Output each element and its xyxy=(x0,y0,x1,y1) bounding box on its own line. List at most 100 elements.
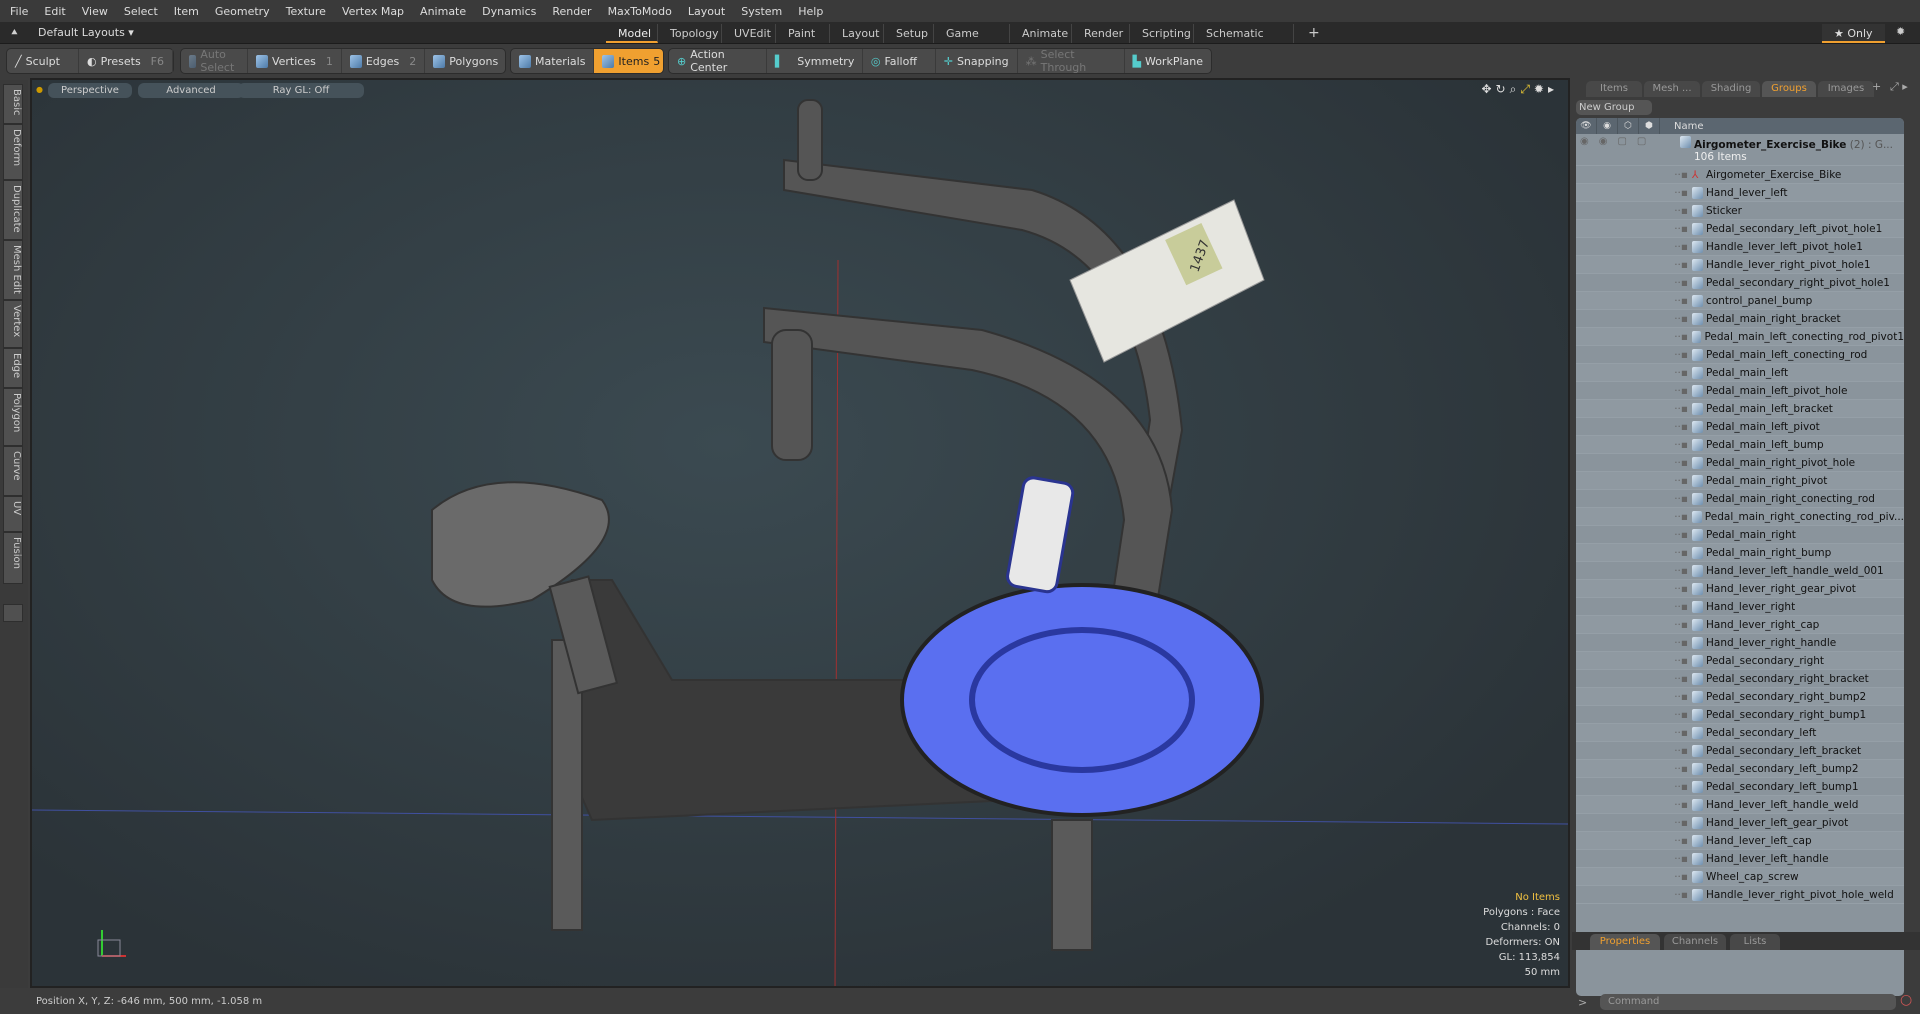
list-item[interactable]: ··▪ Handle_lever_right_pivot_hole1 xyxy=(1576,256,1904,274)
tab-schematic-fusion[interactable]: Schematic Fusion xyxy=(1194,24,1294,59)
snapping-button[interactable]: ✛ Snapping xyxy=(936,49,1018,73)
menu-view[interactable]: View xyxy=(82,5,108,18)
bottom-tab-lists[interactable]: Lists xyxy=(1730,934,1780,950)
list-item[interactable]: ··▪ Pedal_secondary_left_bracket xyxy=(1576,742,1904,760)
list-item[interactable]: ··▪ Pedal_main_left xyxy=(1576,364,1904,382)
items-button[interactable]: Items 5 xyxy=(594,49,663,73)
list-item[interactable]: ··▪ Pedal_secondary_right xyxy=(1576,652,1904,670)
tab-game-tools[interactable]: Game Tools xyxy=(934,24,1010,59)
menu-select[interactable]: Select xyxy=(124,5,158,18)
action-center-button[interactable]: ⊕ Action Center xyxy=(669,48,767,74)
left-tab-edge[interactable]: Edge xyxy=(3,348,23,388)
list-item[interactable]: ··▪ Handle_lever_left_pivot_hole1 xyxy=(1576,238,1904,256)
tab-animate[interactable]: Animate xyxy=(1010,24,1072,43)
list-item[interactable]: ··▪ Pedal_secondary_left xyxy=(1576,724,1904,742)
list-item[interactable]: ··▪ Hand_lever_left_handle xyxy=(1576,850,1904,868)
left-tab-extra[interactable] xyxy=(3,604,23,622)
menu-animate[interactable]: Animate xyxy=(420,5,466,18)
list-item[interactable]: ··▪ Pedal_secondary_right_bump1 xyxy=(1576,706,1904,724)
materials-button[interactable]: Materials xyxy=(511,49,595,73)
render-icon[interactable]: ◉ xyxy=(1597,118,1618,134)
lock-cube-icon[interactable]: ⬡ xyxy=(1618,118,1639,134)
add-layout-tab-button[interactable]: + xyxy=(1296,24,1332,43)
tab-render[interactable]: Render xyxy=(1072,24,1130,43)
bottom-tab-channels[interactable]: Channels xyxy=(1664,934,1726,950)
polygons-button[interactable]: Polygons xyxy=(425,49,506,73)
group-row[interactable]: ◉◉▢▢ Airgometer_Exercise_Bike (2) : G...… xyxy=(1576,134,1904,166)
left-tab-mesh-edit[interactable]: Mesh Edit xyxy=(3,240,23,300)
list-item[interactable]: ··▪ Pedal_main_left_pivot_hole xyxy=(1576,382,1904,400)
vertices-button[interactable]: Vertices 1 xyxy=(248,49,342,73)
left-tab-uv[interactable]: UV xyxy=(3,496,23,532)
edges-button[interactable]: Edges 2 xyxy=(342,49,426,73)
list-item[interactable]: ··▪ Hand_lever_right_cap xyxy=(1576,616,1904,634)
list-item[interactable]: ··▪ Pedal_secondary_left_bump1 xyxy=(1576,778,1904,796)
list-item[interactable]: ··▪ Hand_lever_right xyxy=(1576,598,1904,616)
list-item[interactable]: ··▪ Pedal_main_right_pivot xyxy=(1576,472,1904,490)
tab-layout[interactable]: Layout xyxy=(830,24,884,43)
list-item[interactable]: ··▪ Pedal_main_left_bump xyxy=(1576,436,1904,454)
list-item[interactable]: ··▪ Pedal_main_right_pivot_hole xyxy=(1576,454,1904,472)
menu-file[interactable]: File xyxy=(10,5,28,18)
panel-tab-mesh[interactable]: Mesh ... xyxy=(1644,81,1700,97)
record-icon[interactable]: ○ xyxy=(1900,992,1912,1008)
panel-tab-shading[interactable]: Shading xyxy=(1702,81,1760,97)
tab-paint[interactable]: Paint xyxy=(776,24,830,43)
list-item[interactable]: ··▪ Hand_lever_left_handle_weld_001 xyxy=(1576,562,1904,580)
menu-system[interactable]: System xyxy=(741,5,782,18)
left-tab-vertex[interactable]: Vertex xyxy=(3,300,23,348)
list-item[interactable]: ··▪ Pedal_secondary_left_bump2 xyxy=(1576,760,1904,778)
select-through-button[interactable]: ⁂ Select Through xyxy=(1018,48,1125,74)
list-item[interactable]: ··▪ Hand_lever_left_cap xyxy=(1576,832,1904,850)
menu-item[interactable]: Item xyxy=(174,5,199,18)
list-item[interactable]: ··▪ Pedal_main_right_conecting_rod xyxy=(1576,490,1904,508)
list-item[interactable]: ··▪ Sticker xyxy=(1576,202,1904,220)
visibility-eye-icon[interactable]: 👁 xyxy=(1576,118,1597,134)
list-item[interactable]: ··▪ Handle_lever_right_pivot_hole_weld xyxy=(1576,886,1904,904)
symmetry-button[interactable]: ▌ Symmetry xyxy=(767,49,863,73)
menu-edit[interactable]: Edit xyxy=(44,5,65,18)
workplane-button[interactable]: ▙ WorkPlane xyxy=(1125,49,1212,73)
list-item[interactable]: ··▪ Pedal_secondary_right_bump2 xyxy=(1576,688,1904,706)
bottom-tab-properties[interactable]: Properties xyxy=(1590,934,1660,950)
menu-help[interactable]: Help xyxy=(798,5,823,18)
panel-tab-images[interactable]: Images xyxy=(1818,81,1874,97)
list-item[interactable]: ··▪ Wheel_cap_screw xyxy=(1576,868,1904,886)
list-item[interactable]: ··▪ Pedal_main_left_pivot xyxy=(1576,418,1904,436)
tab-model[interactable]: Model xyxy=(606,24,658,43)
left-tab-curve[interactable]: Curve xyxy=(3,446,23,496)
list-item[interactable]: ··▪ control_panel_bump xyxy=(1576,292,1904,310)
left-tab-polygon[interactable]: Polygon xyxy=(3,388,23,446)
menu-render[interactable]: Render xyxy=(552,5,591,18)
list-item[interactable]: ··▪ Hand_lever_right_gear_pivot xyxy=(1576,580,1904,598)
menu-layout[interactable]: Layout xyxy=(688,5,725,18)
3d-viewport[interactable]: ● Perspective Advanced Ray GL: Off ✥↻⌕⤢✹… xyxy=(30,78,1570,988)
gear-icon[interactable]: ✹ xyxy=(1896,25,1905,38)
tab-scripting[interactable]: Scripting xyxy=(1130,24,1194,43)
list-item[interactable]: ··▪ ⅄ Airgometer_Exercise_Bike xyxy=(1576,166,1904,184)
left-tab-basic[interactable]: Basic xyxy=(3,84,23,124)
menu-dynamics[interactable]: Dynamics xyxy=(482,5,536,18)
list-item[interactable]: ··▪ Pedal_main_left_conecting_rod xyxy=(1576,346,1904,364)
panel-tab-items[interactable]: Items xyxy=(1586,81,1642,97)
sculpt-button[interactable]: ╱ Sculpt xyxy=(7,49,80,73)
only-toggle[interactable]: ★ Only xyxy=(1822,24,1885,43)
select-cube-icon[interactable]: ⬢ xyxy=(1639,118,1660,134)
tab-setup[interactable]: Setup xyxy=(884,24,934,43)
left-tab-fusion[interactable]: Fusion xyxy=(3,532,23,584)
list-item[interactable]: ··▪ Hand_lever_right_handle xyxy=(1576,634,1904,652)
left-tab-duplicate[interactable]: Duplicate xyxy=(3,180,23,240)
presets-button[interactable]: ◐ Presets F6 xyxy=(79,49,173,73)
tab-topology[interactable]: Topology xyxy=(658,24,722,43)
falloff-button[interactable]: ◎ Falloff xyxy=(863,49,936,73)
tab-uvedit[interactable]: UVEdit xyxy=(722,24,776,43)
list-item[interactable]: ··▪ Pedal_main_right xyxy=(1576,526,1904,544)
list-item[interactable]: ··▪ Pedal_main_right_bracket xyxy=(1576,310,1904,328)
list-item[interactable]: ··▪ Hand_lever_left_gear_pivot xyxy=(1576,814,1904,832)
group-toggles[interactable]: ◉◉▢▢ xyxy=(1576,136,1680,147)
list-item[interactable]: ··▪ Pedal_secondary_left_pivot_hole1 xyxy=(1576,220,1904,238)
menu-geometry[interactable]: Geometry xyxy=(215,5,270,18)
add-tab-icon[interactable]: + xyxy=(1872,80,1881,93)
list-item[interactable]: ··▪ Pedal_main_right_conecting_rod_piv... xyxy=(1576,508,1904,526)
list-item[interactable]: ··▪ Pedal_main_right_bump xyxy=(1576,544,1904,562)
